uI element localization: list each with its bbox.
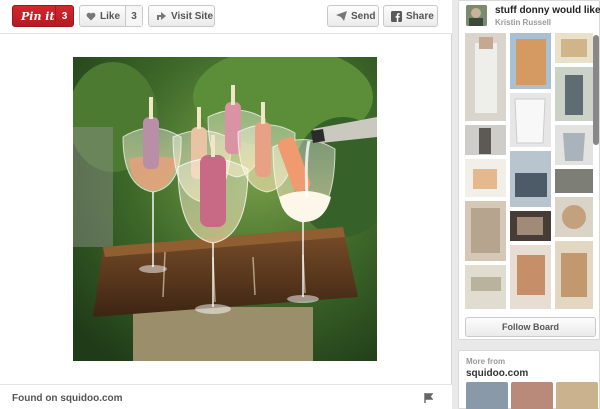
more-from-source[interactable]: squidoo.com — [466, 368, 528, 379]
share-button[interactable]: Share — [383, 5, 438, 27]
facebook-icon — [391, 10, 402, 22]
like-count: 3 — [125, 6, 142, 26]
follow-board-button[interactable]: Follow Board — [465, 317, 596, 337]
send-label: Send — [351, 10, 376, 22]
pin-card: Pin it 3 Like 3 Visit Site Send Share Fo… — [0, 0, 452, 409]
flag-icon[interactable] — [424, 393, 433, 403]
pin-toolbar: Pin it 3 Like 3 Visit Site Send Share — [0, 0, 452, 34]
board-owner[interactable]: Kristin Russell — [495, 18, 551, 27]
visit-site-button[interactable]: Visit Site — [148, 5, 215, 27]
pin-count: 3 — [55, 6, 73, 26]
share-label: Share — [406, 10, 434, 22]
more-thumb-2[interactable] — [511, 382, 553, 409]
like-label: Like — [100, 10, 121, 22]
board-thumbnails[interactable] — [465, 33, 599, 309]
visit-site-label: Visit Site — [171, 10, 214, 22]
more-thumb-1[interactable] — [466, 382, 508, 409]
pin-it-button[interactable]: Pin it 3 — [12, 5, 74, 27]
more-thumb-3[interactable] — [556, 382, 598, 409]
paper-plane-icon — [336, 11, 347, 21]
more-from-label: More from — [466, 357, 506, 366]
avatar[interactable] — [466, 5, 487, 26]
popsicle-champagne-photo — [73, 57, 377, 361]
found-on-bar: Found on squidoo.com — [0, 384, 452, 409]
pin-it-label: Pin it — [21, 9, 55, 23]
more-from-card: More from squidoo.com — [458, 350, 600, 409]
found-on-link[interactable]: Found on squidoo.com — [12, 393, 123, 404]
like-button[interactable]: Like 3 — [79, 5, 143, 27]
globe-arrow-icon — [157, 12, 166, 20]
heart-icon — [86, 12, 96, 20]
pin-image[interactable] — [73, 57, 377, 361]
board-scrollbar[interactable] — [593, 35, 599, 145]
send-button[interactable]: Send — [327, 5, 379, 27]
board-title[interactable]: stuff donny would like — [495, 5, 600, 16]
board-card: stuff donny would like Kristin Russell F… — [458, 0, 600, 340]
